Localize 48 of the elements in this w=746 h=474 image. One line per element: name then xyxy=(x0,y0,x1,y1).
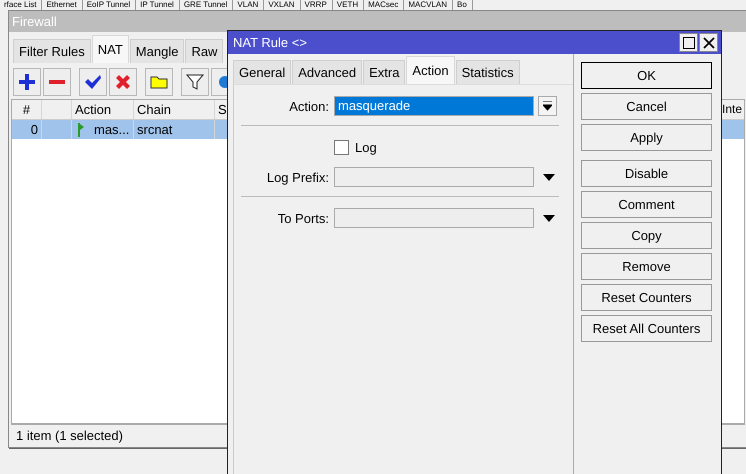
column-header[interactable]: Chain xyxy=(134,100,215,119)
flag-icon xyxy=(78,122,86,136)
dialog-button[interactable]: Disable xyxy=(581,160,712,187)
remove-icon[interactable] xyxy=(43,68,71,96)
add-icon[interactable] xyxy=(13,68,41,96)
column-header[interactable]: Action xyxy=(72,100,134,119)
column-header[interactable]: # xyxy=(12,100,42,119)
dialog-button[interactable]: Apply xyxy=(581,124,712,151)
dialog-button[interactable]: Reset All Counters xyxy=(581,315,712,342)
tab[interactable]: General xyxy=(233,60,292,84)
dropdown-button[interactable] xyxy=(538,96,557,116)
cross-icon[interactable] xyxy=(109,68,137,96)
dialog-button[interactable]: OK xyxy=(581,62,712,89)
column-header[interactable]: Inte xyxy=(722,100,744,119)
tab[interactable]: Advanced xyxy=(292,60,362,84)
input-field[interactable] xyxy=(334,167,534,187)
table-cell: srcnat xyxy=(134,120,215,139)
tab[interactable]: Statistics xyxy=(456,60,520,84)
input-field[interactable] xyxy=(334,208,534,228)
dialog-title: NAT Rule <> xyxy=(233,35,307,50)
tab[interactable]: Filter Rules xyxy=(13,39,91,63)
dialog-button[interactable]: Comment xyxy=(581,191,712,218)
dialog-button[interactable]: Reset Counters xyxy=(581,284,712,311)
checkmark-icon[interactable] xyxy=(79,68,107,96)
field-label: To Ports: xyxy=(276,210,330,226)
dropdown-arrow-icon[interactable] xyxy=(543,174,555,180)
tab[interactable]: Mangle xyxy=(130,39,184,63)
field-label: Action: xyxy=(288,98,330,114)
tab[interactable]: NAT xyxy=(92,35,129,63)
log-checkbox[interactable] xyxy=(334,140,349,154)
tab[interactable]: Extra xyxy=(363,60,406,84)
close-button[interactable] xyxy=(699,33,718,52)
maximize-button[interactable] xyxy=(679,33,698,52)
window-title: Firewall xyxy=(12,14,57,29)
action-select[interactable]: masquerade xyxy=(334,96,534,116)
tab[interactable]: Raw xyxy=(185,39,224,63)
dialog-button[interactable]: Remove xyxy=(581,253,712,280)
dialog-button[interactable]: Copy xyxy=(581,222,712,249)
arrow-down-icon xyxy=(543,101,552,111)
table-cell: 0 xyxy=(12,120,42,139)
dialog-button[interactable]: Cancel xyxy=(581,93,712,120)
field-label: Log Prefix: xyxy=(266,170,330,184)
filter-icon[interactable] xyxy=(181,68,209,96)
tab[interactable]: Action xyxy=(406,56,455,84)
checkbox-label: Log xyxy=(355,140,377,154)
dropdown-arrow-icon[interactable] xyxy=(543,214,555,222)
table-cell-text: mas... xyxy=(94,121,130,139)
status-text: 1 item (1 selected) xyxy=(16,428,123,442)
